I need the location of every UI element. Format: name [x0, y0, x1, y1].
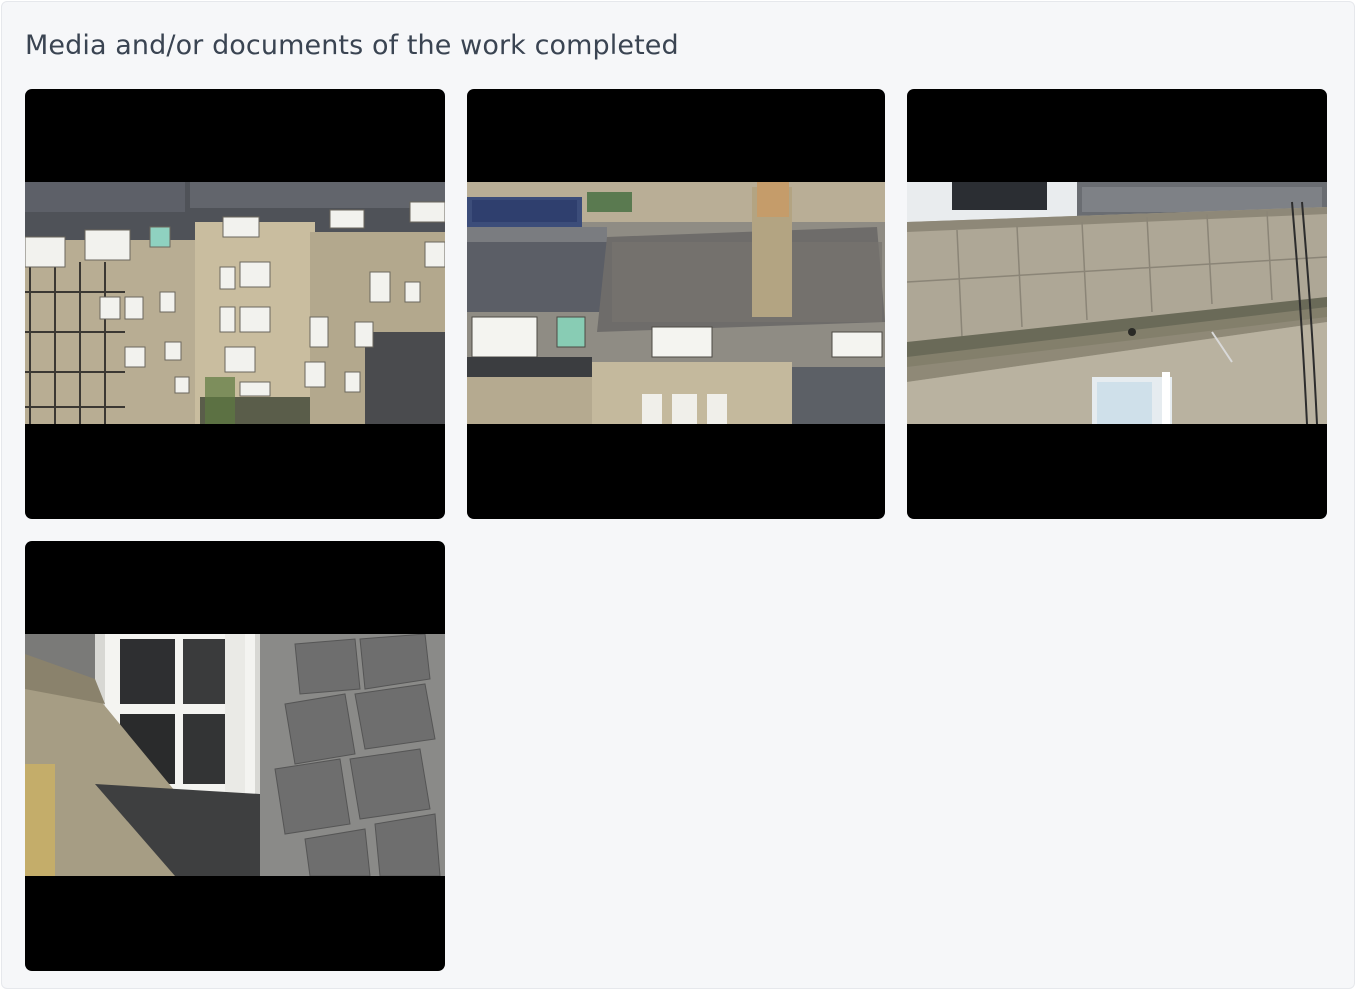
media-thumbnail-4[interactable] — [25, 541, 445, 971]
media-image-1 — [25, 182, 445, 424]
media-image-3 — [907, 182, 1327, 424]
media-thumbnail-3[interactable] — [907, 89, 1327, 519]
media-thumbnail-2[interactable] — [467, 89, 885, 519]
media-thumbnail-1[interactable] — [25, 89, 445, 519]
media-image-2 — [467, 182, 885, 424]
media-image-4 — [25, 634, 445, 876]
media-section: Media and/or documents of the work compl… — [1, 1, 1355, 989]
section-title: Media and/or documents of the work compl… — [25, 30, 679, 61]
